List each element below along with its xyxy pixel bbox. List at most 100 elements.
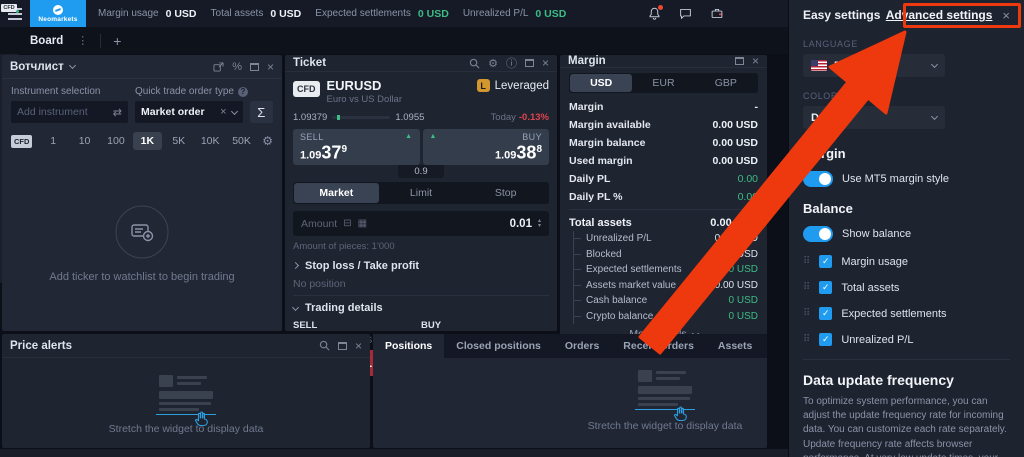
language-dropdown[interactable]: English	[803, 54, 945, 77]
maximize-icon[interactable]	[338, 342, 347, 350]
drag-handle-icon[interactable]: ⠿	[803, 256, 810, 267]
sell-price-base: 1.09	[300, 149, 321, 161]
row-value: 0.00 USD	[715, 249, 758, 260]
buy-quote-box[interactable]: ▲ BUY 1.09388	[423, 129, 550, 165]
quantity-10[interactable]: 10	[70, 132, 99, 150]
tab-eur[interactable]: EUR	[632, 74, 694, 92]
add-instrument-input[interactable]	[17, 106, 109, 118]
order-type-value: Market order	[141, 106, 215, 118]
tab-positions[interactable]: Positions	[373, 334, 444, 358]
tab-board[interactable]: Board	[30, 35, 63, 47]
tab-limit[interactable]: Limit	[379, 183, 464, 203]
quote-boxes: SELL ▲ 1.09379 ▲ BUY 1.09388	[293, 129, 549, 165]
info-icon[interactable]: ⓘ	[506, 55, 517, 71]
settings-panel: Easy settings Advanced settings × LANGUA…	[788, 0, 1024, 457]
color-theme-dropdown[interactable]: Dark	[803, 106, 945, 129]
help-icon[interactable]: ?	[238, 87, 248, 97]
maximize-icon[interactable]	[525, 59, 534, 67]
cfd-badge: CFD	[293, 81, 320, 97]
close-icon[interactable]: ×	[355, 342, 362, 350]
currency-tabs: USD EUR GBP	[569, 73, 758, 93]
tab-closed-positions[interactable]: Closed positions	[444, 334, 553, 358]
today-change: -0.13%	[519, 112, 549, 123]
status-bar	[0, 449, 788, 457]
margin-panel: Margin × USD EUR GBP Margin - Margin ava…	[560, 55, 767, 338]
row-value: 0.00 USD	[710, 217, 758, 229]
sigma-button[interactable]: Σ	[250, 101, 273, 123]
total-assets-breakdown: Unrealized P/L 0.00 USD Blocked 0.00 USD…	[573, 231, 758, 324]
stop-loss-take-profit-toggle[interactable]: Stop loss / Take profit	[293, 260, 549, 272]
margin-usage-checkbox[interactable]: ✓	[819, 255, 832, 268]
quantity-50k[interactable]: 50K	[227, 132, 256, 150]
checkbox-label: Margin usage	[841, 256, 908, 268]
quantity-1[interactable]: 1	[38, 132, 67, 150]
drag-handle-icon[interactable]: ⠿	[803, 308, 810, 319]
tab-assets[interactable]: Assets	[706, 334, 764, 358]
chat-icon[interactable]	[679, 7, 692, 20]
swap-icon[interactable]: ⇄	[113, 106, 122, 119]
amount-stepper[interactable]: ▴▾	[538, 219, 541, 229]
chevron-down-icon	[931, 113, 938, 120]
quantity-5k[interactable]: 5K	[164, 132, 193, 150]
gear-icon[interactable]: ⚙	[488, 57, 498, 70]
close-icon[interactable]: ×	[267, 63, 274, 71]
mt5-margin-toggle[interactable]	[803, 171, 833, 187]
tab-orders[interactable]: Orders	[553, 334, 611, 358]
quantity-10k[interactable]: 10K	[195, 132, 224, 150]
settings-header: Easy settings Advanced settings ×	[803, 0, 1010, 30]
quantity-100[interactable]: 100	[101, 132, 130, 150]
add-instrument-field[interactable]: ⇄	[11, 101, 128, 123]
breakdown-row: Crypto balance 0 USD	[574, 309, 758, 325]
row-label: Blocked	[586, 249, 715, 260]
clear-icon[interactable]: ×	[220, 106, 226, 118]
show-balance-toggle[interactable]	[803, 226, 833, 242]
up-triangle-icon: ▲	[405, 132, 412, 142]
calculator-icon[interactable]: ▦	[358, 218, 367, 229]
chevron-down-icon[interactable]	[69, 62, 76, 69]
tab-gbp[interactable]: GBP	[695, 74, 757, 92]
gear-icon[interactable]: ⚙	[262, 134, 273, 148]
bell-icon[interactable]	[648, 7, 661, 20]
watchlist-title: Вотчлист	[10, 61, 64, 73]
tab-separator	[100, 34, 101, 48]
tab-stop[interactable]: Stop	[463, 183, 548, 203]
tab-usd[interactable]: USD	[570, 74, 632, 92]
color-theme-label: COLOR THEME	[803, 91, 1010, 101]
mt5-toggle-row: Use MT5 margin style	[803, 171, 1010, 187]
tab-recent-orders[interactable]: Recent orders	[611, 334, 706, 358]
drag-handle-icon[interactable]: ⠿	[803, 282, 810, 293]
trading-details-toggle[interactable]: Trading details	[293, 302, 549, 314]
add-ticker-icon	[115, 205, 169, 259]
sell-quote-box[interactable]: SELL ▲ 1.09379	[293, 129, 420, 165]
add-tab-button[interactable]: +	[113, 33, 121, 49]
us-flag-icon	[811, 60, 827, 71]
popout-icon[interactable]	[213, 62, 224, 72]
stat-value: 0 USD	[418, 8, 449, 20]
tab-menu-icon[interactable]: ⋮	[77, 34, 88, 47]
no-position-text: No position	[293, 278, 549, 290]
total-assets-checkbox[interactable]: ✓	[819, 281, 832, 294]
drag-handle-icon[interactable]: ⠿	[803, 334, 810, 345]
advanced-settings-link[interactable]: Advanced settings	[886, 8, 993, 22]
percent-icon[interactable]: %	[232, 61, 242, 73]
close-icon[interactable]: ×	[752, 57, 759, 65]
search-icon[interactable]	[319, 340, 330, 351]
maximize-icon[interactable]	[250, 63, 259, 71]
expected-settlements-checkbox[interactable]: ✓	[819, 307, 832, 320]
watchlist-empty-state: Add ticker to watchlist to begin trading	[2, 157, 282, 331]
close-icon[interactable]: ×	[542, 59, 549, 67]
brand-logo[interactable]: Neomarkets	[30, 0, 86, 27]
maximize-icon[interactable]	[735, 57, 744, 65]
order-type-dropdown[interactable]: Market order ×	[135, 101, 243, 123]
tab-market[interactable]: Market	[294, 183, 379, 203]
quantity-1k[interactable]: 1K	[133, 132, 162, 150]
divider	[569, 209, 758, 210]
today-label: Today	[491, 112, 516, 123]
search-icon[interactable]	[469, 58, 480, 69]
cfd-badge[interactable]: CFD	[11, 135, 32, 148]
close-icon[interactable]: ×	[1002, 8, 1010, 23]
lot-icon[interactable]: ⊟	[343, 218, 351, 229]
unrealized-pl-checkbox[interactable]: ✓	[819, 333, 832, 346]
amount-field[interactable]: Amount ⊟ ▦ 0.01 ▴▾	[293, 211, 549, 236]
wallet-icon[interactable]	[710, 7, 724, 20]
